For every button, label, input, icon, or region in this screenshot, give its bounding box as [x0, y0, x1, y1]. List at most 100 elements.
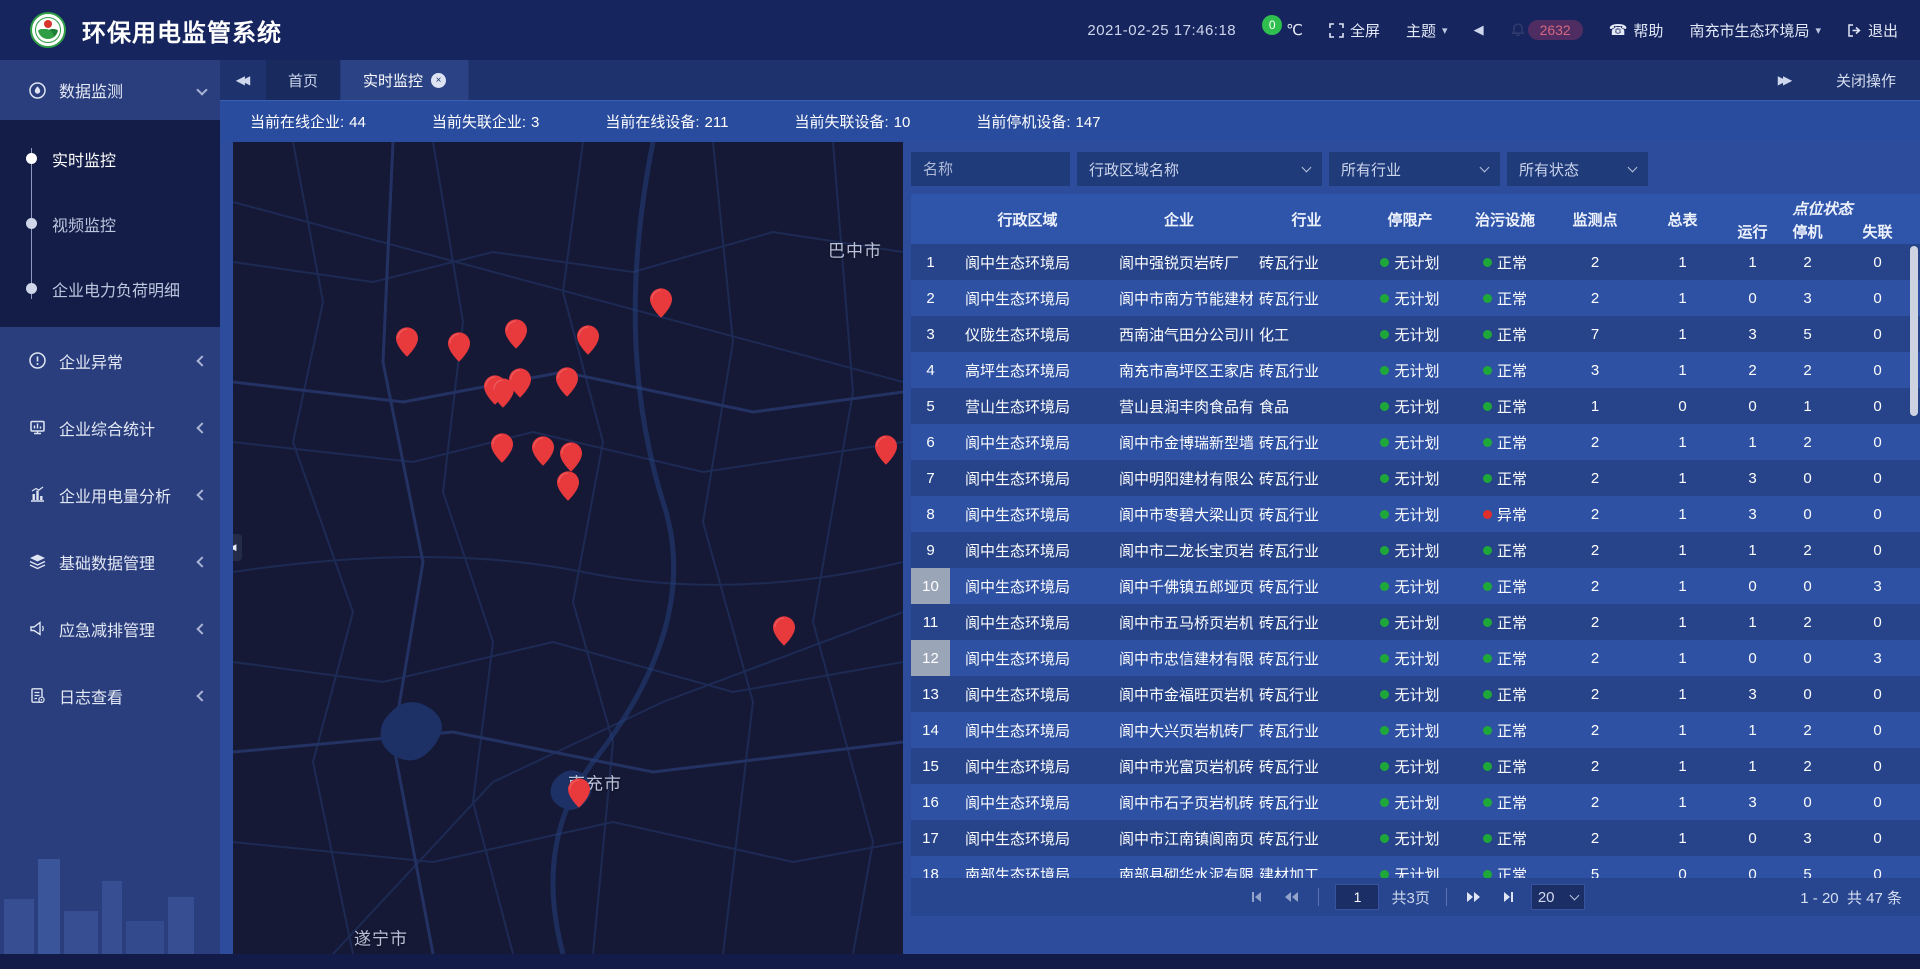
- status-dot-icon: [1380, 762, 1389, 771]
- status-select[interactable]: 所有状态: [1507, 152, 1648, 186]
- tab-close-icon[interactable]: ×: [431, 73, 446, 88]
- map-pin[interactable]: [448, 332, 470, 362]
- sidebar-item-electricity-analysis[interactable]: 企业用电量分析: [0, 461, 220, 528]
- map-pin[interactable]: [568, 778, 590, 808]
- table-row[interactable]: 13 阆中生态环境局 阆中市金福旺页岩机砖 砖瓦行业 无计划 正常 2 1 3 …: [911, 676, 1920, 712]
- table-row[interactable]: 17 阆中生态环境局 阆中市江南镇阆南页岩 砖瓦行业 无计划 正常 2 1 0 …: [911, 820, 1920, 856]
- prev-page-icon: [1283, 890, 1299, 904]
- cell-region: 阆中生态环境局: [950, 252, 1105, 273]
- table-row[interactable]: 5 营山生态环境局 营山县润丰肉食品有限 食品 无计划 正常 1 0 0 1 0: [911, 388, 1920, 424]
- table-row[interactable]: 6 阆中生态环境局 阆中市金博瑞新型墙材 砖瓦行业 无计划 正常 2 1 1 2: [911, 424, 1920, 460]
- tab-home[interactable]: 首页: [266, 60, 341, 100]
- notifications[interactable]: 2632: [1510, 20, 1583, 40]
- help-button[interactable]: ☎ 帮助: [1609, 20, 1664, 41]
- pagination-next-button[interactable]: [1463, 886, 1485, 908]
- row-number: 3: [911, 316, 950, 352]
- col-header-stopped: 停机: [1780, 221, 1835, 242]
- table-row[interactable]: 15 阆中生态环境局 阆中市光富页岩机砖厂 砖瓦行业 无计划 正常 2 1 1 …: [911, 748, 1920, 784]
- table-row[interactable]: 11 阆中生态环境局 阆中市五马桥页岩机砖 砖瓦行业 无计划 正常 2 1 1 …: [911, 604, 1920, 640]
- pagination-last-button[interactable]: [1497, 886, 1519, 908]
- status-dot-icon: [1380, 618, 1389, 627]
- status-dot-icon: [1380, 438, 1389, 447]
- map-pin[interactable]: [556, 367, 578, 397]
- fullscreen-button[interactable]: 全屏: [1329, 20, 1380, 41]
- map-pin[interactable]: [577, 325, 599, 355]
- cell-stopped: 0: [1780, 650, 1835, 667]
- pagination-prev-button[interactable]: [1280, 886, 1302, 908]
- mute-button[interactable]: ◀: [1474, 22, 1484, 38]
- cell-stop-limit: 无计划: [1394, 720, 1439, 741]
- row-number: 2: [911, 280, 950, 316]
- map-pin[interactable]: [509, 368, 531, 398]
- table-row[interactable]: 4 高坪生态环境局 南充市高坪区王家店建 砖瓦行业 无计划 正常 3 1 2 2: [911, 352, 1920, 388]
- table-scrollbar[interactable]: [1910, 246, 1918, 416]
- cell-company: 阆中大兴页岩机砖厂: [1105, 720, 1253, 741]
- cell-lost: 0: [1835, 794, 1920, 811]
- map-pin[interactable]: [650, 288, 672, 318]
- page-number-input[interactable]: [1335, 884, 1379, 910]
- panel-collapse-handle[interactable]: ◀: [233, 534, 242, 561]
- tab-realtime-monitoring[interactable]: 实时监控 ×: [341, 60, 469, 100]
- sidebar-item-basic-data[interactable]: 基础数据管理: [0, 528, 220, 595]
- map-pin[interactable]: [396, 327, 418, 357]
- sidebar-subitem[interactable]: 实时监控: [0, 126, 220, 191]
- cell-lost: 0: [1835, 830, 1920, 847]
- cell-region: 阆中生态环境局: [950, 720, 1105, 741]
- table-row[interactable]: 7 阆中生态环境局 阆中明阳建材有限公司 砖瓦行业 无计划 正常 2 1 3 0: [911, 460, 1920, 496]
- pagination-range-label: 1 - 20 共 47 条: [1800, 887, 1920, 908]
- tab-scroll-right-button[interactable]: ▶▶: [1762, 73, 1808, 87]
- table-row[interactable]: 10 阆中生态环境局 阆中千佛镇五郎垭页岩 砖瓦行业 无计划 正常 2 1 0 …: [911, 568, 1920, 604]
- table-row[interactable]: 8 阆中生态环境局 阆中市枣碧大梁山页岩 砖瓦行业 无计划 异常 2 1 3 0: [911, 496, 1920, 532]
- sidebar-item-log-view[interactable]: 日志查看: [0, 662, 220, 729]
- sidebar-item-enterprise-abnormal[interactable]: 企业异常: [0, 327, 220, 394]
- pin-icon: [396, 327, 418, 357]
- map-pin[interactable]: [491, 433, 513, 463]
- theme-dropdown[interactable]: 主题▾: [1406, 20, 1448, 41]
- sidebar-item-data-monitoring[interactable]: 数据监测: [0, 60, 220, 120]
- chevron-down-icon: [1569, 891, 1579, 901]
- map-pin[interactable]: [560, 442, 582, 472]
- cell-facility: 正常: [1497, 828, 1527, 849]
- col-header-company: 企业: [1105, 209, 1253, 230]
- map-pin[interactable]: [532, 436, 554, 466]
- table-row[interactable]: 16 阆中生态环境局 阆中市石子页岩机砖厂 砖瓦行业 无计划 正常 2 1 3 …: [911, 784, 1920, 820]
- cell-lost: 0: [1835, 686, 1920, 703]
- cell-region: 阆中生态环境局: [950, 432, 1105, 453]
- table-row[interactable]: 14 阆中生态环境局 阆中大兴页岩机砖厂 砖瓦行业 无计划 正常 2 1 1 2: [911, 712, 1920, 748]
- cell-company: 阆中市金博瑞新型墙材: [1105, 432, 1253, 453]
- pagination-first-button[interactable]: [1246, 886, 1268, 908]
- stat-item: 当前失联企业:3: [432, 111, 540, 132]
- cell-monitor-points: 2: [1550, 614, 1640, 631]
- cell-region: 阆中生态环境局: [950, 792, 1105, 813]
- sidebar-item-enterprise-statistics[interactable]: 企业综合统计: [0, 394, 220, 461]
- name-search-input[interactable]: [911, 152, 1070, 186]
- sidebar-item-emergency-reduction[interactable]: 应急减排管理: [0, 595, 220, 662]
- map-pin[interactable]: [557, 471, 579, 501]
- cell-run: 0: [1725, 398, 1780, 415]
- status-dot-icon: [1380, 294, 1389, 303]
- table-row[interactable]: 3 仪陇生态环境局 西南油气田分公司川中 化工 无计划 正常 7 1 3 5 0: [911, 316, 1920, 352]
- org-dropdown[interactable]: 南充市生态环境局▾: [1689, 20, 1821, 41]
- table-row[interactable]: 9 阆中生态环境局 阆中市二龙长宝页岩砖 砖瓦行业 无计划 正常 2 1 1 2: [911, 532, 1920, 568]
- map-pin[interactable]: [505, 319, 527, 349]
- table-row[interactable]: 12 阆中生态环境局 阆中市忠信建材有限公 砖瓦行业 无计划 正常 2 1 0 …: [911, 640, 1920, 676]
- table-row[interactable]: 18 南部生态环境局 南部县砌华水泥有限公 建材加工 无计划 正常 5 0 0 …: [911, 856, 1920, 878]
- industry-select[interactable]: 所有行业: [1329, 152, 1500, 186]
- sidebar-subitem[interactable]: 企业电力负荷明细: [0, 256, 220, 321]
- sidebar-subitem[interactable]: 视频监控: [0, 191, 220, 256]
- close-operations-button[interactable]: 关闭操作: [1836, 70, 1896, 91]
- table-row[interactable]: 2 阆中生态环境局 阆中市南方节能建材有 砖瓦行业 无计划 正常 2 1 0 3: [911, 280, 1920, 316]
- table-row[interactable]: 1 阆中生态环境局 阆中强锐页岩砖厂 砖瓦行业 无计划 正常 2 1 1 2 0: [911, 244, 1920, 280]
- map-pin[interactable]: [875, 435, 897, 465]
- bullet-icon: [26, 218, 37, 229]
- page-size-select[interactable]: 20: [1531, 884, 1585, 910]
- cell-monitor-points: 2: [1550, 254, 1640, 271]
- region-select[interactable]: 行政区域名称: [1077, 152, 1322, 186]
- map[interactable]: 巴中市 南充市 遂宁市: [233, 142, 903, 954]
- logout-button[interactable]: 退出: [1847, 20, 1898, 41]
- row-number: 4: [911, 352, 950, 388]
- map-pin[interactable]: [773, 616, 795, 646]
- cell-lost: 3: [1835, 650, 1920, 667]
- tab-scroll-left-button[interactable]: ◀◀: [220, 60, 266, 100]
- cell-stop-limit: 无计划: [1394, 828, 1439, 849]
